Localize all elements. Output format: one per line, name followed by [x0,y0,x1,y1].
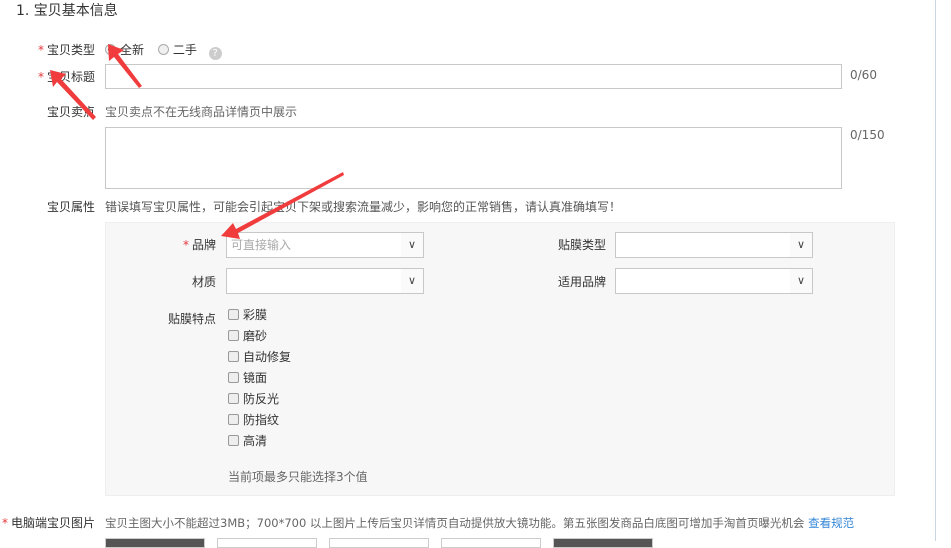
attributes-label: 宝贝属性 [46,200,95,214]
attributes-hint: 错误填写宝贝属性，可能会引起宝贝下架或搜索流量减少，影响您的正常销售，请认真准确… [105,200,622,214]
selling-point-label: 宝贝卖点 [46,105,95,119]
features-note: 当前项最多只能选择3个值 [228,470,368,484]
radio-icon[interactable] [105,44,116,55]
title-counter: 0/60 [850,68,877,82]
radio-new-label: 全新 [120,43,145,57]
feature-checkbox[interactable]: 防指纹 [228,411,279,428]
feature-checkbox[interactable]: 高清 [228,432,267,449]
feature-label: 彩膜 [243,308,268,322]
chevron-down-icon: ∨ [790,233,812,257]
image-slot[interactable] [329,538,429,548]
image-slot[interactable] [217,538,317,548]
feature-label: 高清 [243,434,268,448]
brand-label-text: 品牌 [191,238,216,252]
features-label: 贴膜特点 [167,312,216,326]
image-slot[interactable] [553,538,653,548]
checkbox-icon[interactable] [228,372,239,383]
image-slot[interactable] [105,538,205,548]
feature-checkbox[interactable]: 磨砂 [228,327,267,344]
material-select[interactable]: ∨ [226,268,424,294]
checkbox-icon[interactable] [228,351,239,362]
pc-images-hint-text: 宝贝主图大小不能超过3MB；700*700 以上图片上传后宝贝详情页自动提供放大… [105,516,805,530]
help-icon[interactable]: ? [208,47,222,60]
section-title: 1. 宝贝基本信息 [16,3,118,19]
required-star: * [37,43,44,57]
item-title-label: * 宝贝标题 [5,68,95,85]
radio-used-label: 二手 [172,43,197,57]
attributes-panel: * 品牌 可直接输入 ∨ 贴膜类型 ∨ 材质 ∨ 适用品牌 ∨ 贴膜特点 彩膜 磨砂… [105,222,895,496]
selling-point-hint: 宝贝卖点不在无线商品详情页中展示 [105,105,298,119]
required-star: * [182,238,189,252]
radio-icon[interactable] [157,44,169,55]
feature-label: 自动修复 [243,350,292,364]
item-title-label-text: 宝贝标题 [46,70,95,84]
feature-label: 防反光 [243,392,280,406]
checkbox-icon[interactable] [228,435,239,446]
chevron-down-icon: ∨ [790,269,812,293]
feature-label: 镜面 [243,371,268,385]
view-rules-link[interactable]: 查看规范 [808,516,854,530]
checkbox-icon[interactable] [228,309,239,320]
item-type-label: * 宝贝类型 [5,41,95,58]
chevron-down-icon: ∨ [401,233,423,257]
pc-images-hint: 宝贝主图大小不能超过3MB；700*700 以上图片上传后宝贝详情页自动提供放大… [105,515,854,531]
brand-placeholder: 可直接输入 [231,238,292,252]
feature-label: 防指纹 [243,413,280,427]
chevron-down-icon: ∨ [401,269,423,293]
pc-images-label: * 电脑端宝贝图片 [2,514,95,531]
checkbox-icon[interactable] [228,414,239,425]
feature-label: 磨砂 [243,329,268,343]
pc-images-label-text: 电脑端宝贝图片 [11,516,96,530]
image-slot[interactable] [441,538,541,548]
material-label: 材质 [191,275,216,289]
feature-checkbox[interactable]: 自动修复 [228,348,291,365]
brand-select[interactable]: 可直接输入 ∨ [226,232,424,258]
radio-new[interactable]: 全新 [105,43,144,57]
item-title-input[interactable] [105,64,842,89]
feature-checkbox[interactable]: 彩膜 [228,306,267,323]
checkbox-icon[interactable] [228,330,239,341]
radio-used[interactable]: 二手 [157,43,197,57]
film-type-select[interactable]: ∨ [615,232,813,258]
scroll-divider [935,0,936,541]
feature-checkbox[interactable]: 防反光 [228,390,279,407]
selling-point-counter: 0/150 [850,128,885,142]
item-type-radios: 全新 二手 ? [105,41,222,60]
required-star: * [37,70,44,84]
selling-point-textarea[interactable] [105,127,842,189]
film-type-label: 贴膜类型 [557,238,606,252]
required-star: * [2,516,8,530]
item-type-label-text: 宝贝类型 [46,43,95,57]
feature-checkbox[interactable]: 镜面 [228,369,267,386]
applicable-brand-label: 适用品牌 [557,275,606,289]
brand-label: * 品牌 [126,236,216,253]
checkbox-icon[interactable] [228,393,239,404]
applicable-brand-select[interactable]: ∨ [615,268,813,294]
